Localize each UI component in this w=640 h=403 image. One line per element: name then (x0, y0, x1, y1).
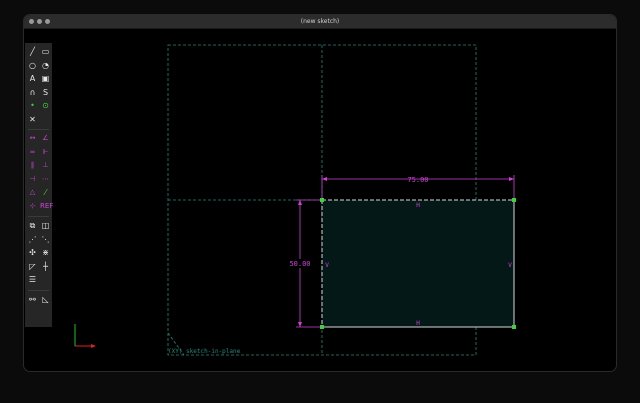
circle-icon[interactable]: ○ (27, 60, 38, 71)
workplane-label: (XY) sketch-in-plane (168, 348, 241, 355)
construction-icon[interactable]: ⊙ (40, 100, 51, 111)
sketch-canvas[interactable]: 75.00 50.00 H H V V (XY) sketch-in-plane (24, 15, 616, 371)
line-icon[interactable]: ╱ (27, 46, 38, 57)
rectangle-region (322, 200, 514, 327)
point-bottom-left (320, 325, 324, 329)
constraint-vertical-right[interactable]: V (508, 262, 512, 269)
step-rotate-icon[interactable]: ⋱ (40, 234, 51, 245)
parallel-icon[interactable]: ∥ (27, 160, 38, 171)
lathe-icon[interactable]: ◫ (40, 220, 51, 231)
constraint-horizontal-bottom[interactable]: H (416, 320, 420, 327)
toolbar-separator (28, 129, 49, 130)
axes-indicator (74, 324, 96, 348)
nearest-icon[interactable]: ◸ (27, 261, 38, 272)
toolbar-separator (28, 289, 49, 291)
step-translate-icon[interactable]: ⋰ (27, 234, 38, 245)
arc-icon[interactable]: ◔ (40, 60, 51, 71)
point-icon[interactable]: • (27, 100, 38, 111)
sketch-toolbar: ╱ ▭ ○ ◔ A ▣ ∩ S • ⊙ ✕ ↔ ∠ ═ ⊩ ∥ ⊥ ⊣ ⋯ △ ⁄ ⊹ REF ⧉ ◫ ⋰ ⋱ ✣ ⋇ ◸ ┼ ☰ ⚯ ◺ (25, 43, 53, 327)
vertical-icon[interactable]: ⊩ (40, 147, 51, 158)
horizontal-icon[interactable]: ═ (27, 147, 38, 158)
symmetric-icon[interactable]: △ (27, 187, 38, 198)
perpendicular-icon[interactable]: ⊥ (40, 160, 51, 171)
tangent-icon[interactable]: ⊣ (27, 174, 38, 185)
toolbar-separator (28, 216, 49, 217)
reference-icon[interactable]: REF (40, 201, 53, 212)
rectangle-icon[interactable]: ▭ (40, 46, 51, 57)
spline-icon[interactable]: S (40, 87, 51, 98)
point-top-left (320, 198, 324, 202)
equal-icon[interactable]: ⋯ (40, 174, 51, 185)
snap-icon[interactable]: ✣ (27, 247, 38, 258)
constraint-horizontal-top[interactable]: H (416, 202, 420, 209)
image-icon[interactable]: ▣ (40, 73, 51, 84)
vertical-dimension-label[interactable]: 50.00 (289, 260, 310, 268)
assemble-icon[interactable]: ⚯ (27, 294, 38, 305)
horizontal-dimension-label[interactable]: 75.00 (407, 176, 428, 184)
step-icon[interactable]: ◺ (40, 294, 51, 305)
angle-icon[interactable]: ∠ (40, 133, 51, 144)
extrude-icon[interactable]: ⧉ (27, 220, 38, 231)
dimension-icon[interactable]: ↔ (27, 133, 38, 144)
point-top-right (512, 198, 516, 202)
group-icon[interactable]: ☰ (27, 274, 38, 285)
workplane-icon[interactable]: ┼ (40, 261, 51, 272)
text-icon[interactable]: A (27, 73, 38, 84)
point-bottom-right (512, 325, 516, 329)
fix-icon[interactable]: ⊹ (27, 201, 38, 212)
constraint-vertical-left[interactable]: V (325, 262, 329, 269)
bezier-icon[interactable]: ∩ (27, 87, 38, 98)
app-window: (new sketch) 75.00 50.00 H H V V (XY) sk… (24, 15, 616, 371)
midpoint-icon[interactable]: ⁄ (40, 187, 51, 198)
split-icon[interactable]: ⋇ (40, 247, 51, 258)
trim-icon[interactable]: ✕ (27, 114, 38, 125)
